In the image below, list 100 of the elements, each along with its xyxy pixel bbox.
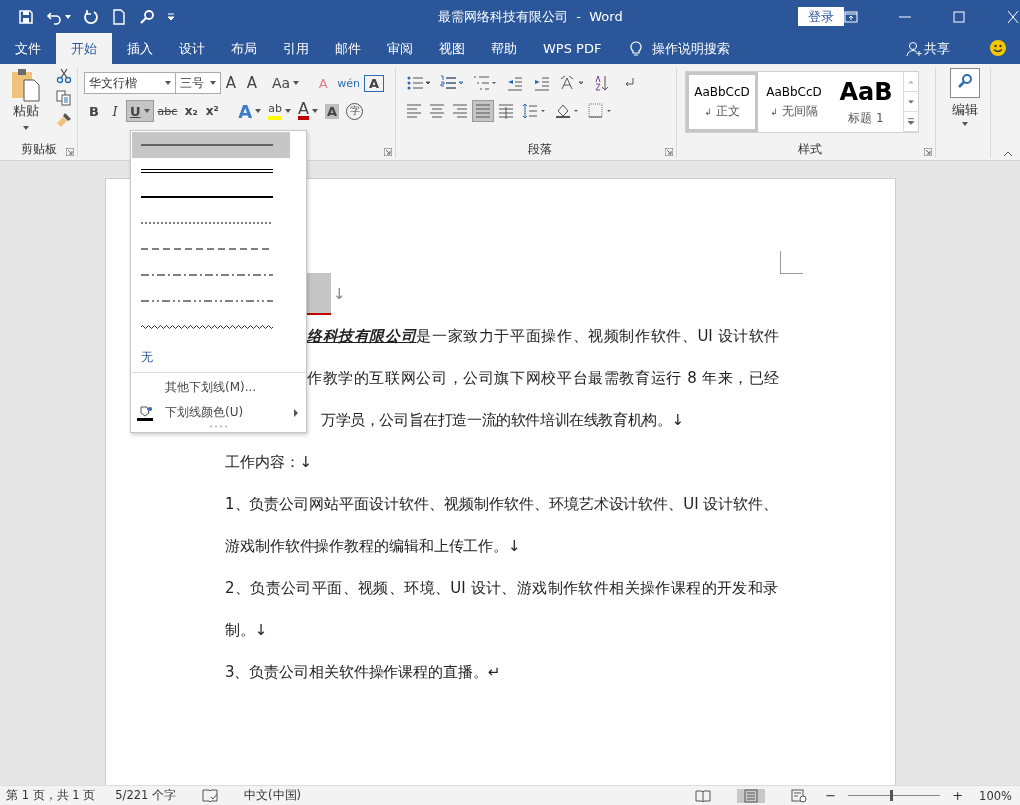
line-style-icon xyxy=(141,193,273,201)
caret-icon[interactable] xyxy=(293,81,300,85)
style-item[interactable]: AaBbCcD ↲ 正文 xyxy=(686,72,758,132)
redo-icon[interactable] xyxy=(83,8,99,25)
zoom-slider-thumb[interactable] xyxy=(889,790,893,801)
ribbon-tab[interactable]: 邮件 xyxy=(324,33,372,64)
tell-me-search[interactable]: 操作说明搜索 xyxy=(652,33,731,64)
ribbon-tab[interactable]: WPS PDF xyxy=(532,33,613,64)
copy-icon[interactable] xyxy=(56,90,72,106)
sub-button[interactable]: x₂ xyxy=(181,100,202,122)
caret-icon[interactable] xyxy=(165,81,171,85)
caret-icon[interactable] xyxy=(255,109,262,113)
bold-button[interactable]: B xyxy=(84,100,104,122)
paragraph: 1、负责公司网站平面设计软件、视频制作软件、环境艺术设计软件、UI 设计软件、游戏制作软件操作教程的编辑和上传工作。↓ xyxy=(225,494,778,557)
more-underlines-item[interactable]: 其他下划线(M)... xyxy=(131,375,306,400)
search-icon[interactable] xyxy=(950,68,980,98)
submenu-arrow-icon xyxy=(294,408,298,417)
ribbon-tab[interactable]: 审阅 xyxy=(376,33,424,64)
zoom-in-button[interactable]: + xyxy=(952,788,964,803)
smiley-icon[interactable] xyxy=(990,40,1006,56)
dialog-launcher-icon[interactable] xyxy=(665,148,673,156)
zoom-out-button[interactable]: − xyxy=(825,788,837,803)
sup-button[interactable]: x² xyxy=(202,100,223,122)
underline-button[interactable]: U xyxy=(126,100,154,122)
collapse-ribbon-icon[interactable] xyxy=(1003,151,1013,157)
format-painter-icon[interactable] xyxy=(56,112,72,128)
caret-icon[interactable] xyxy=(65,14,71,19)
numbered-list-icon[interactable] xyxy=(440,75,464,91)
alignment-icon[interactable] xyxy=(496,101,516,121)
bullet-list-icon[interactable] xyxy=(407,75,431,91)
dialog-launcher-icon[interactable] xyxy=(384,148,392,156)
caret-icon[interactable] xyxy=(143,109,150,113)
ribbon-tab[interactable]: 布局 xyxy=(220,33,268,64)
login-button[interactable]: 登录 xyxy=(798,7,844,26)
caret-icon[interactable] xyxy=(23,126,29,130)
close-icon[interactable] xyxy=(1006,10,1020,23)
save-icon[interactable] xyxy=(18,8,34,25)
borders-icon[interactable] xyxy=(588,103,612,119)
line-style-icon xyxy=(141,297,273,305)
no-underline-option[interactable]: 无 xyxy=(131,344,306,370)
lightbulb-icon xyxy=(630,41,643,57)
caret-icon[interactable] xyxy=(962,122,968,126)
strike-button[interactable]: abc xyxy=(154,100,181,122)
text-direction-icon[interactable] xyxy=(560,75,584,91)
ribbon-tab[interactable]: 插入 xyxy=(116,33,164,64)
editing-button[interactable]: 编辑 xyxy=(950,68,980,126)
decrease-indent-icon[interactable] xyxy=(507,75,523,91)
dialog-launcher-icon[interactable] xyxy=(924,148,932,156)
ribbon-tab[interactable]: 文件 xyxy=(4,33,52,64)
ribbon-tab[interactable]: 视图 xyxy=(428,33,476,64)
grow-button[interactable]: A xyxy=(221,72,241,94)
increase-indent-icon[interactable] xyxy=(534,75,550,91)
effect-button[interactable]: A xyxy=(235,100,265,122)
ribbon-display-icon[interactable] xyxy=(844,10,858,23)
window-title: 最需网络科技有限公司 - Word xyxy=(438,7,624,26)
paragraph-line: 作教学的互联网公司，公司旗下网校平台最需教育运行 8 年来，已经 xyxy=(307,368,779,389)
highlight-button[interactable]: ab xyxy=(265,100,294,122)
multilevel-list-icon[interactable] xyxy=(473,75,497,91)
language-status[interactable]: 中文(中国) xyxy=(244,788,302,803)
caret-icon[interactable] xyxy=(285,109,291,113)
ribbon-tab[interactable]: 设计 xyxy=(168,33,216,64)
ribbon-tab[interactable]: 帮助 xyxy=(480,33,528,64)
font-name-dropdown[interactable]: 华文行楷 xyxy=(84,72,176,94)
page-count[interactable]: 第 1 页，共 1 页 xyxy=(6,788,96,803)
font-size-dropdown[interactable]: 三号 xyxy=(175,72,221,94)
dialog-launcher-icon[interactable] xyxy=(66,148,74,156)
color-button[interactable]: A xyxy=(295,100,321,122)
word-count[interactable]: 5/221 个字 xyxy=(115,788,177,803)
person-add-icon[interactable] xyxy=(906,40,922,57)
line-style-icon xyxy=(141,141,273,149)
border-button[interactable]: A xyxy=(363,74,384,92)
line-spacing-icon[interactable] xyxy=(522,103,546,119)
zoom-percentage[interactable]: 100% xyxy=(979,788,1012,803)
line-style-icon xyxy=(141,323,273,331)
underline-color-item[interactable]: 下划线颜色(U) xyxy=(131,400,306,425)
ribbon-tab[interactable]: 引用 xyxy=(272,33,320,64)
cut-icon[interactable] xyxy=(56,68,72,84)
style-item[interactable]: AaB 标题 1 xyxy=(830,72,902,132)
customize-icon[interactable] xyxy=(167,12,175,21)
caret-icon[interactable] xyxy=(210,81,216,85)
line-style-icon xyxy=(141,167,273,175)
crop-mark xyxy=(780,251,803,274)
paragraph-mark: ↓ xyxy=(333,285,346,303)
share-button[interactable]: 共享 xyxy=(906,33,950,64)
paste-button[interactable]: 粘贴 xyxy=(10,68,42,130)
search-icon[interactable] xyxy=(139,8,155,25)
clipboard-icon[interactable] xyxy=(11,68,41,102)
ribbon-tab[interactable]: 开始 xyxy=(56,33,112,64)
shading-icon[interactable] xyxy=(555,103,579,119)
pinyin-button[interactable]: wén xyxy=(334,72,363,94)
caret-icon[interactable] xyxy=(311,109,318,113)
case-button[interactable]: Aa xyxy=(269,72,303,94)
sort-icon[interactable] xyxy=(594,75,610,91)
new-document-icon[interactable] xyxy=(111,8,127,25)
resize-grip-icon[interactable] xyxy=(208,425,229,428)
print-layout-icon[interactable] xyxy=(737,788,766,803)
style-item[interactable]: AaBbCcD ↲ 无间隔 xyxy=(758,72,830,132)
shrink-button[interactable]: A xyxy=(242,72,262,94)
italic-button[interactable]: I xyxy=(105,100,125,122)
maximize-icon[interactable] xyxy=(952,10,966,23)
